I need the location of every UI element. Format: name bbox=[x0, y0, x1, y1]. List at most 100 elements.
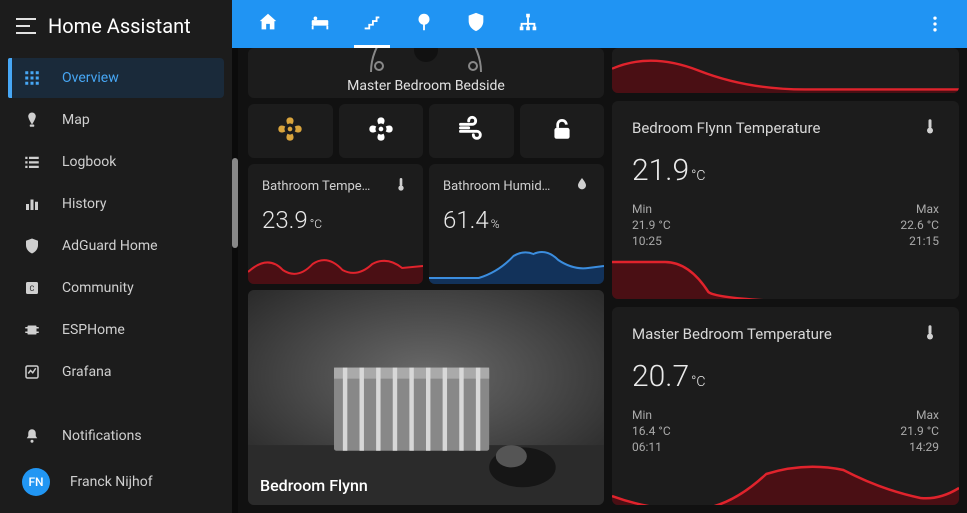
camera-card[interactable]: Bedroom Flynn bbox=[248, 290, 604, 505]
avatar: FN bbox=[22, 468, 50, 496]
chart-icon bbox=[22, 194, 42, 214]
tab-home[interactable] bbox=[244, 0, 292, 48]
grafana-icon bbox=[22, 362, 42, 382]
nav-bottom: Notifications FN Franck Nijhof bbox=[0, 410, 232, 512]
tab-stairs[interactable] bbox=[348, 0, 396, 48]
tab-network[interactable] bbox=[504, 0, 552, 48]
chart-flynn bbox=[612, 254, 959, 299]
sensor-title: Bathroom Tempe… bbox=[262, 179, 370, 194]
thermometer-icon bbox=[921, 323, 939, 345]
max-time: 21:15 bbox=[909, 234, 939, 248]
nav-label: Logbook bbox=[62, 154, 116, 170]
minmax: Min 21.9 °C 10:25 Max 22.6 °C 21:15 bbox=[632, 202, 939, 248]
camera-label: Bedroom Flynn bbox=[260, 476, 368, 495]
chart-master bbox=[612, 460, 959, 505]
nav-item-user[interactable]: FN Franck Nijhof bbox=[8, 458, 224, 506]
water-icon bbox=[574, 176, 590, 196]
fan-icon bbox=[276, 115, 304, 147]
entity-button-row bbox=[248, 104, 604, 158]
sensor-value: 23.9°C bbox=[262, 206, 409, 234]
nav-label: Notifications bbox=[62, 428, 142, 444]
scrollbar-thumb[interactable] bbox=[232, 158, 238, 248]
sensor-row: Bathroom Tempe… 23.9°C bbox=[248, 164, 604, 284]
sidebar-header: Home Assistant bbox=[0, 0, 232, 52]
sensor-title: Bathroom Humid… bbox=[443, 179, 550, 194]
mini-chart-humid bbox=[429, 242, 604, 284]
bathroom-temp-card[interactable]: Bathroom Tempe… 23.9°C bbox=[248, 164, 423, 284]
min-time: 10:25 bbox=[632, 234, 671, 248]
nav-item-grafana[interactable]: Grafana bbox=[8, 352, 224, 392]
card-value: 21.9°C bbox=[632, 153, 939, 188]
network-icon bbox=[517, 11, 539, 37]
mini-chart-temp bbox=[248, 242, 423, 284]
nav-item-community[interactable]: C Community bbox=[8, 268, 224, 308]
nav-label: Map bbox=[62, 112, 90, 128]
column-left: Master Bedroom Bedside bbox=[248, 48, 604, 505]
topbar bbox=[232, 0, 967, 48]
column-right: Bedroom Flynn Temperature 21.9°C Min 21.… bbox=[612, 48, 959, 505]
max-label: Max bbox=[916, 202, 939, 216]
gauge-icon bbox=[258, 48, 594, 74]
nav-item-map[interactable]: Map bbox=[8, 100, 224, 140]
max-time: 14:29 bbox=[909, 440, 939, 454]
list-icon bbox=[22, 152, 42, 172]
svg-text:C: C bbox=[30, 284, 35, 293]
lock-button[interactable] bbox=[520, 104, 605, 158]
menu-icon[interactable] bbox=[16, 18, 36, 34]
max-label: Max bbox=[916, 408, 939, 422]
stairs-icon bbox=[361, 11, 383, 37]
minmax: Min 16.4 °C 06:11 Max 21.9 °C 14:29 bbox=[632, 408, 939, 454]
bed-icon bbox=[309, 11, 331, 37]
tab-security[interactable] bbox=[452, 0, 500, 48]
home-icon bbox=[257, 11, 279, 37]
fan-button-2[interactable] bbox=[339, 104, 424, 158]
bedside-card[interactable]: Master Bedroom Bedside bbox=[248, 48, 604, 98]
max-val: 22.6 °C bbox=[900, 218, 939, 232]
bedside-label: Master Bedroom Bedside bbox=[258, 78, 594, 94]
main: Master Bedroom Bedside bbox=[232, 0, 967, 513]
flynn-temp-card[interactable]: Bedroom Flynn Temperature 21.9°C Min 21.… bbox=[612, 101, 959, 299]
nav-item-overview[interactable]: Overview bbox=[8, 58, 224, 98]
tree-icon bbox=[413, 11, 435, 37]
card-title: Master Bedroom Temperature bbox=[632, 325, 832, 343]
scrollbar[interactable] bbox=[232, 48, 238, 513]
shield-icon bbox=[465, 11, 487, 37]
top-chart-card[interactable] bbox=[612, 48, 959, 93]
nav-label: Overview bbox=[62, 70, 119, 86]
nav-item-esphome[interactable]: ESPHome bbox=[8, 310, 224, 350]
community-icon: C bbox=[22, 278, 42, 298]
nav-label: Community bbox=[62, 280, 134, 296]
nav-item-history[interactable]: History bbox=[8, 184, 224, 224]
min-label: Min bbox=[632, 202, 671, 216]
master-temp-card[interactable]: Master Bedroom Temperature 20.7°C Min 16… bbox=[612, 307, 959, 505]
lock-open-icon bbox=[549, 116, 575, 146]
wind-button[interactable] bbox=[429, 104, 514, 158]
nav-item-notifications[interactable]: Notifications bbox=[8, 416, 224, 456]
min-time: 06:11 bbox=[632, 440, 671, 454]
app-title: Home Assistant bbox=[48, 14, 191, 38]
thermometer-icon bbox=[393, 176, 409, 196]
nav-label: AdGuard Home bbox=[62, 238, 158, 254]
shield-icon bbox=[22, 236, 42, 256]
nav-list: Overview Map Logbook History AdGuard Hom… bbox=[0, 52, 232, 398]
bell-icon bbox=[22, 426, 42, 446]
user-name: Franck Nijhof bbox=[70, 474, 153, 490]
tab-bedroom[interactable] bbox=[296, 0, 344, 48]
min-val: 21.9 °C bbox=[632, 218, 671, 232]
chip-icon bbox=[22, 320, 42, 340]
thermometer-icon bbox=[921, 117, 939, 139]
min-label: Min bbox=[632, 408, 671, 422]
dashboard-icon bbox=[22, 68, 42, 88]
nav-item-adguard[interactable]: AdGuard Home bbox=[8, 226, 224, 266]
bathroom-humid-card[interactable]: Bathroom Humid… 61.4% bbox=[429, 164, 604, 284]
sidebar: Home Assistant Overview Map Logbook Hist… bbox=[0, 0, 232, 513]
nav-label: Grafana bbox=[62, 364, 111, 380]
sensor-value: 61.4% bbox=[443, 206, 590, 234]
wind-icon bbox=[457, 115, 485, 147]
tab-garden[interactable] bbox=[400, 0, 448, 48]
menu-dots-icon[interactable] bbox=[915, 14, 955, 34]
nav-item-logbook[interactable]: Logbook bbox=[8, 142, 224, 182]
nav-label: ESPHome bbox=[62, 322, 125, 338]
fan-button-1[interactable] bbox=[248, 104, 333, 158]
fan-icon bbox=[367, 115, 395, 147]
